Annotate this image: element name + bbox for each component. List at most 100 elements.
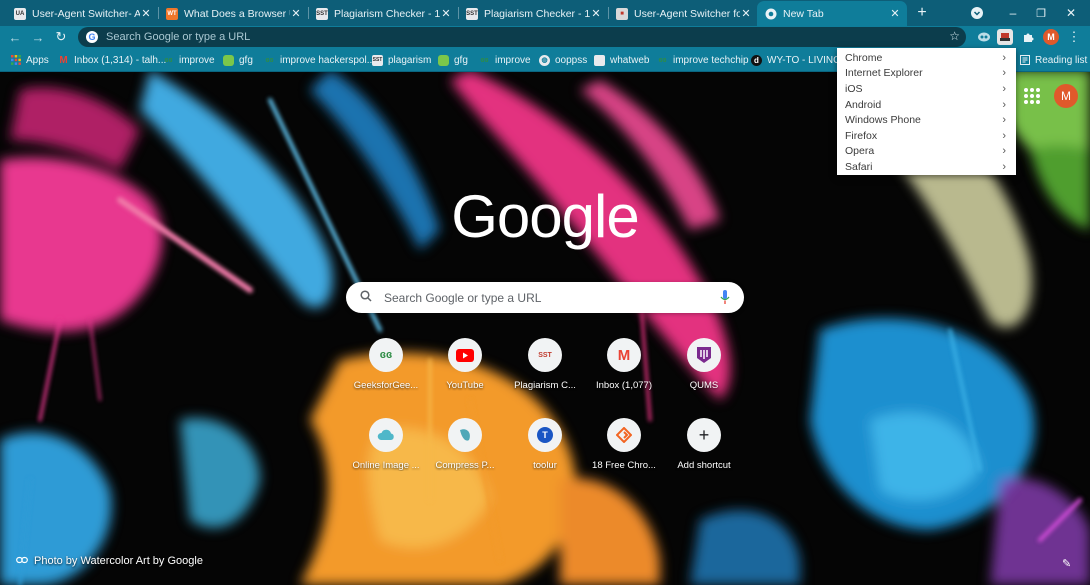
shortcut-label: YouTube [446,380,484,391]
close-icon[interactable]: ✕ [889,7,901,20]
bookmark-improve-hackerspol[interactable]: ɞɞ improve hackerspol... [264,53,376,67]
maximize-icon[interactable]: ❐ [1028,3,1054,23]
menu-item-windows-phone[interactable]: Windows Phone › [837,112,1016,128]
extension-icon-1[interactable] [976,29,992,45]
shortcut-label: Plagiarism C... [514,380,576,391]
shortcut-compress[interactable]: Compress P... [425,418,505,498]
close-icon[interactable]: ✕ [440,7,452,20]
menu-item-internet-explorer[interactable]: Internet Explorer › [837,66,1016,82]
menu-item-safari[interactable]: Safari › [837,159,1016,175]
shortcut-18-free-chrome[interactable]: 18 Free Chro... [584,418,664,498]
microphone-icon[interactable] [720,290,730,308]
geeksforgeeks-icon: ɞɞ [369,338,403,372]
menu-item-label: Windows Phone [845,114,921,127]
bookmark-whatweb[interactable]: whatweb [594,53,649,67]
menu-item-android[interactable]: Android › [837,97,1016,113]
shortcut-label: toolur [533,460,557,471]
google-g-icon: G [86,31,98,43]
menu-item-chrome[interactable]: Chrome › [837,50,1016,66]
shortcut-inbox[interactable]: M Inbox (1,077) [584,338,664,418]
menu-item-firefox[interactable]: Firefox › [837,128,1016,144]
bookmark-label: plagarism [388,54,432,66]
close-icon[interactable]: ✕ [740,7,752,20]
menu-item-label: Opera [845,145,875,158]
tab-new-tab[interactable]: New Tab ✕ [757,1,907,26]
menu-item-label: Internet Explorer [845,67,923,80]
plus-icon: + [687,418,721,452]
shortcut-label: Add shortcut [677,460,731,471]
shortcut-label: 18 Free Chro... [592,460,656,471]
chevron-right-icon: › [1002,129,1006,142]
tab-what-does-browser-user[interactable]: WT What Does a Browser User- ✕ [158,1,308,26]
menu-item-ios[interactable]: iOS › [837,81,1016,97]
forward-icon[interactable]: → [29,28,47,46]
tab-title: Plagiarism Checker - 100% [484,7,590,20]
doc-favicon-icon: UA [14,7,26,20]
bookmark-plagarism[interactable]: SST plagarism [372,53,431,67]
shortcut-geeksforgeeks[interactable]: ɞɞ GeeksforGee... [346,338,426,418]
shortcut-online-image[interactable]: Online Image ... [346,418,426,498]
tab-user-agent-switcher[interactable]: UA User-Agent Switcher- A Bro ✕ [6,1,158,26]
bookmark-inbox[interactable]: M Inbox (1,314) - talh... [58,53,166,67]
bookmark-wy-to[interactable]: d WY-TO - LIVING SI [751,53,837,67]
bookmark-label: WY-TO - LIVING SI [767,54,837,66]
tab-plagiarism-checker-2[interactable]: SST Plagiarism Checker - 100% ✕ [458,1,608,26]
shortcut-toolur[interactable]: T toolur [505,418,585,498]
shortcut-label: Inbox (1,077) [596,380,652,391]
ntp-search-input[interactable]: Search Google or type a URL [346,282,744,313]
tab-title: User-Agent Switcher for Ch [634,7,740,20]
shortcut-plagiarism[interactable]: SST Plagiarism C... [505,338,585,418]
sst-icon: SST [372,54,383,66]
menu-item-label: Firefox [845,129,878,142]
sst-favicon-icon: SST [466,7,478,20]
qums-icon [687,338,721,372]
bookmark-label: improve hackerspol... [280,54,376,66]
photo-attribution[interactable]: Photo by Watercolor Art by Google [16,555,203,567]
bookmark-gfg-1[interactable]: gfg [223,53,253,67]
menu-item-label: iOS [845,82,863,95]
customize-pencil-icon[interactable]: ✎ [1062,557,1071,570]
reading-list-button[interactable]: Reading list [1019,53,1087,67]
sst-favicon-icon: SST [316,7,328,20]
bookmark-improve-2[interactable]: ɞɞ improve [479,53,531,67]
omnibox[interactable]: G Search Google or type a URL ☆ [78,27,966,47]
new-tab-button[interactable]: + [909,3,935,23]
shortcut-youtube[interactable]: YouTube [425,338,505,418]
user-agent-switcher-icon[interactable] [997,29,1013,45]
bookmark-gfg-2[interactable]: gfg [438,53,468,67]
page-icon [594,54,605,66]
tab-user-agent-switcher-chrome[interactable]: ■ User-Agent Switcher for Ch ✕ [608,1,758,26]
menu-item-label: Chrome [845,51,883,64]
apps-grid-icon [10,55,21,66]
minimize-icon[interactable]: – [1000,3,1026,23]
back-icon[interactable]: ← [6,28,24,46]
reload-icon[interactable]: ↻ [52,28,70,46]
close-icon[interactable]: ✕ [140,7,152,20]
star-icon[interactable]: ☆ [949,29,960,43]
chevron-right-icon: › [1002,160,1006,173]
bookmark-label: improve [495,54,531,66]
add-shortcut-button[interactable]: + Add shortcut [664,418,744,498]
bookmark-improve-1[interactable]: ɞɞ improve [163,53,215,67]
chevron-right-icon: › [1002,98,1006,111]
close-icon[interactable]: ✕ [590,7,602,20]
menu-kebab-icon[interactable]: ⋮ [1066,29,1082,45]
bookmark-ooppss[interactable]: ◍ ooppss [539,53,587,67]
google-apps-icon[interactable] [1024,88,1040,104]
shortcut-qums[interactable]: QUMS [664,338,744,418]
bookmark-apps[interactable]: Apps [10,53,49,67]
ntp-profile-avatar[interactable]: M [1054,84,1078,108]
user-agent-menu: Chrome › Internet Explorer › iOS › Android ›… [837,48,1016,175]
tab-plagiarism-checker-1[interactable]: SST Plagiarism Checker - 100% ✕ [308,1,458,26]
menu-item-opera[interactable]: Opera › [837,144,1016,160]
profile-avatar[interactable]: M [1043,29,1059,45]
close-window-icon[interactable]: ✕ [1058,3,1084,23]
tab-search-icon[interactable] [964,3,990,23]
extensions-puzzle-icon[interactable] [1020,29,1036,45]
youtube-icon [448,338,482,372]
close-icon[interactable]: ✕ [290,7,302,20]
tab-title: What Does a Browser User- [184,7,290,20]
bookmark-label: gfg [454,54,468,66]
bookmark-improve-techchip[interactable]: ɞɞ improve techchip [657,53,749,67]
bookmark-label: ooppss [555,54,588,66]
